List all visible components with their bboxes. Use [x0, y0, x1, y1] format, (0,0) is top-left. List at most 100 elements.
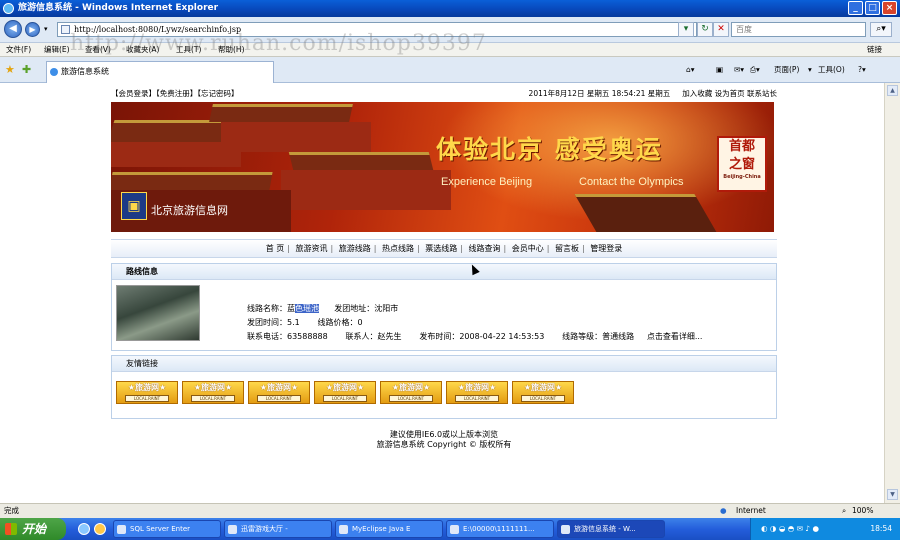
- level-value: 普通线路: [602, 332, 635, 341]
- banner-roof-4: [111, 172, 273, 190]
- member-links[interactable]: 【会员登录】【免费注册】【忘记密码】: [111, 89, 239, 98]
- banner-wall-2: [221, 122, 371, 152]
- back-button[interactable]: ◀: [4, 20, 22, 38]
- nav-route-search[interactable]: 线路查询: [469, 244, 501, 253]
- friend-link-4[interactable]: ★旅游网★ LOCAL.RAINT: [314, 381, 376, 404]
- minimize-button[interactable]: _: [848, 1, 863, 15]
- site-top-bar: 【会员登录】【免费注册】【忘记密码】 2011年8月12日 星期五 18:54:…: [111, 88, 777, 100]
- taskbar-item-sql[interactable]: SQL Server Enter: [113, 520, 221, 538]
- friend-link-7[interactable]: ★旅游网★ LOCAL.RAINT: [512, 381, 574, 404]
- feeds-icon[interactable]: ▣: [716, 65, 723, 75]
- friend-link-title: ★旅游网★: [127, 383, 167, 392]
- taskbar-item-folder[interactable]: E:\00000\1111111...: [446, 520, 554, 538]
- origin-value: 沈阳市: [374, 304, 399, 313]
- zone-text: Internet: [736, 506, 766, 515]
- zoom-level[interactable]: 100%: [852, 504, 873, 518]
- route-name-row: 线路名称：蓝色瑶池 发团地址：沈阳市: [247, 304, 398, 314]
- add-favorite-link[interactable]: 加入收藏: [682, 89, 712, 98]
- nav-member-center[interactable]: 会员中心: [512, 244, 544, 253]
- nav-guestbook[interactable]: 留言板: [555, 244, 579, 253]
- maximize-button[interactable]: □: [865, 1, 880, 15]
- help-icon[interactable]: ?▾: [858, 65, 866, 75]
- scroll-up-icon[interactable]: ▲: [887, 85, 898, 96]
- task-label: SQL Server Enter: [130, 525, 191, 533]
- history-dropdown-icon[interactable]: ▾: [44, 25, 48, 33]
- scroll-down-icon[interactable]: ▼: [887, 489, 898, 500]
- site-date: 2011年8月12日 星期五 18:54:21 星期五: [528, 89, 671, 98]
- route-name-label: 线路名称：: [247, 304, 287, 313]
- nav-home[interactable]: 首 页: [266, 244, 285, 253]
- page-menu-arrow-icon[interactable]: ▾: [808, 65, 812, 75]
- watermark-text: http://www.ruhan.com/ishop39397: [70, 31, 487, 56]
- banner-title: 体验北京 感受奥运: [436, 135, 663, 164]
- nav-admin-login[interactable]: 管理登录: [590, 244, 622, 253]
- menu-file[interactable]: 文件(F): [6, 44, 31, 56]
- site-logo-icon: ▣: [121, 192, 147, 220]
- friend-link-5[interactable]: ★旅游网★ LOCAL.RAINT: [380, 381, 442, 404]
- page-menu[interactable]: 页面(P): [774, 65, 799, 75]
- close-button[interactable]: ×: [882, 1, 897, 15]
- tray-icons[interactable]: ◐ ◑ ◒ ◓ ✉ ♪ ●: [761, 518, 819, 540]
- banner-wall-3: [281, 170, 451, 210]
- nav-hot-routes[interactable]: 热点线路: [382, 244, 414, 253]
- address-dropdown-icon[interactable]: ▾: [678, 22, 694, 37]
- route-photo[interactable]: [116, 285, 200, 341]
- task-label: 迅雷游戏大厅 -: [241, 525, 288, 533]
- home-icon[interactable]: ⌂▾: [686, 65, 695, 75]
- start-button[interactable]: 开始: [0, 518, 66, 540]
- forward-button[interactable]: ▶: [25, 22, 40, 37]
- view-detail-link[interactable]: 点击查看详细...: [647, 332, 703, 341]
- friend-link-sub: LOCAL.RAINT: [521, 395, 565, 402]
- friend-link-1[interactable]: ★旅游网★ LOCAL.RAINT: [116, 381, 178, 404]
- nav-vote-routes[interactable]: 票选线路: [425, 244, 457, 253]
- vertical-scrollbar[interactable]: ▲ ▼: [884, 83, 900, 503]
- site-banner: 体验北京 感受奥运 Experience Beijing Contact the…: [111, 102, 774, 232]
- task-icon: [450, 525, 459, 534]
- publish-label: 发布时间：: [419, 332, 460, 341]
- origin-label: 发团地址：: [334, 304, 375, 313]
- friend-link-2[interactable]: ★旅游网★ LOCAL.RAINT: [182, 381, 244, 404]
- links-label[interactable]: 链接: [867, 44, 882, 56]
- add-favorite-icon[interactable]: ✚: [22, 64, 31, 75]
- nav-routes[interactable]: 旅游线路: [339, 244, 371, 253]
- taskbar-item-myeclipse[interactable]: MyEclipse Java E: [335, 520, 443, 538]
- tab-current[interactable]: 旅游信息系统: [46, 61, 274, 83]
- footer-copyright: 旅游信息系统 Copyright © 版权所有: [376, 440, 512, 449]
- nav-news[interactable]: 旅游资讯: [296, 244, 328, 253]
- site-logo-text: 北京旅游信息网: [151, 204, 228, 217]
- tools-menu[interactable]: 工具(O): [818, 65, 845, 75]
- site-nav: 首 页 | 旅游资讯 | 旅游线路 | 热点线路 | 票选线路 | 线路查询 | 会员中心 |…: [111, 239, 777, 258]
- route-depart-row: 发团时间：5.1 线路价格：0: [247, 318, 363, 328]
- set-homepage-link[interactable]: 设为首页: [715, 89, 745, 98]
- mail-icon[interactable]: ✉▾: [734, 65, 744, 75]
- price-value: 0: [357, 318, 363, 327]
- contact-admin-link[interactable]: 联系站长: [747, 89, 777, 98]
- friend-link-sub: LOCAL.RAINT: [125, 395, 169, 402]
- friend-link-title: ★旅游网★: [457, 383, 497, 392]
- phone-label: 联系电话：: [247, 332, 287, 341]
- clock[interactable]: 18:54: [870, 524, 892, 533]
- task-label: MyEclipse Java E: [352, 525, 411, 533]
- search-icon[interactable]: ⌕▾: [870, 22, 892, 37]
- friend-link-6[interactable]: ★旅游网★ LOCAL.RAINT: [446, 381, 508, 404]
- refresh-icon[interactable]: ↻: [697, 22, 713, 37]
- friend-links-panel: 友情链接 ★旅游网★ LOCAL.RAINT ★旅游网★ LOCAL.RAINT ★…: [111, 355, 777, 419]
- seal-line-1: 首都: [728, 139, 755, 154]
- taskbar-item-browser[interactable]: 旅游信息系统 - W...: [557, 520, 665, 538]
- zoom-icon[interactable]: ⌕: [842, 504, 846, 518]
- quicklaunch-ie-icon[interactable]: [78, 523, 90, 535]
- friend-link-3[interactable]: ★旅游网★ LOCAL.RAINT: [248, 381, 310, 404]
- favorites-star-icon[interactable]: ★: [5, 64, 15, 75]
- quicklaunch-desktop-icon[interactable]: [94, 523, 106, 535]
- taskbar-item-game[interactable]: 迅雷游戏大厅 -: [224, 520, 332, 538]
- menu-edit[interactable]: 编辑(E): [44, 44, 70, 56]
- seal-line-2: 之窗: [728, 157, 755, 172]
- search-input[interactable]: 百度: [731, 22, 866, 37]
- ie-logo-icon: [3, 3, 14, 14]
- stop-icon[interactable]: ✕: [713, 22, 729, 37]
- print-icon[interactable]: ⎙▾: [750, 65, 760, 75]
- system-tray: ◐ ◑ ◒ ◓ ✉ ♪ ● 18:54: [750, 518, 900, 540]
- level-label: 线路等级：: [562, 332, 603, 341]
- task-icon: [339, 525, 348, 534]
- price-label: 线路价格：: [317, 318, 358, 327]
